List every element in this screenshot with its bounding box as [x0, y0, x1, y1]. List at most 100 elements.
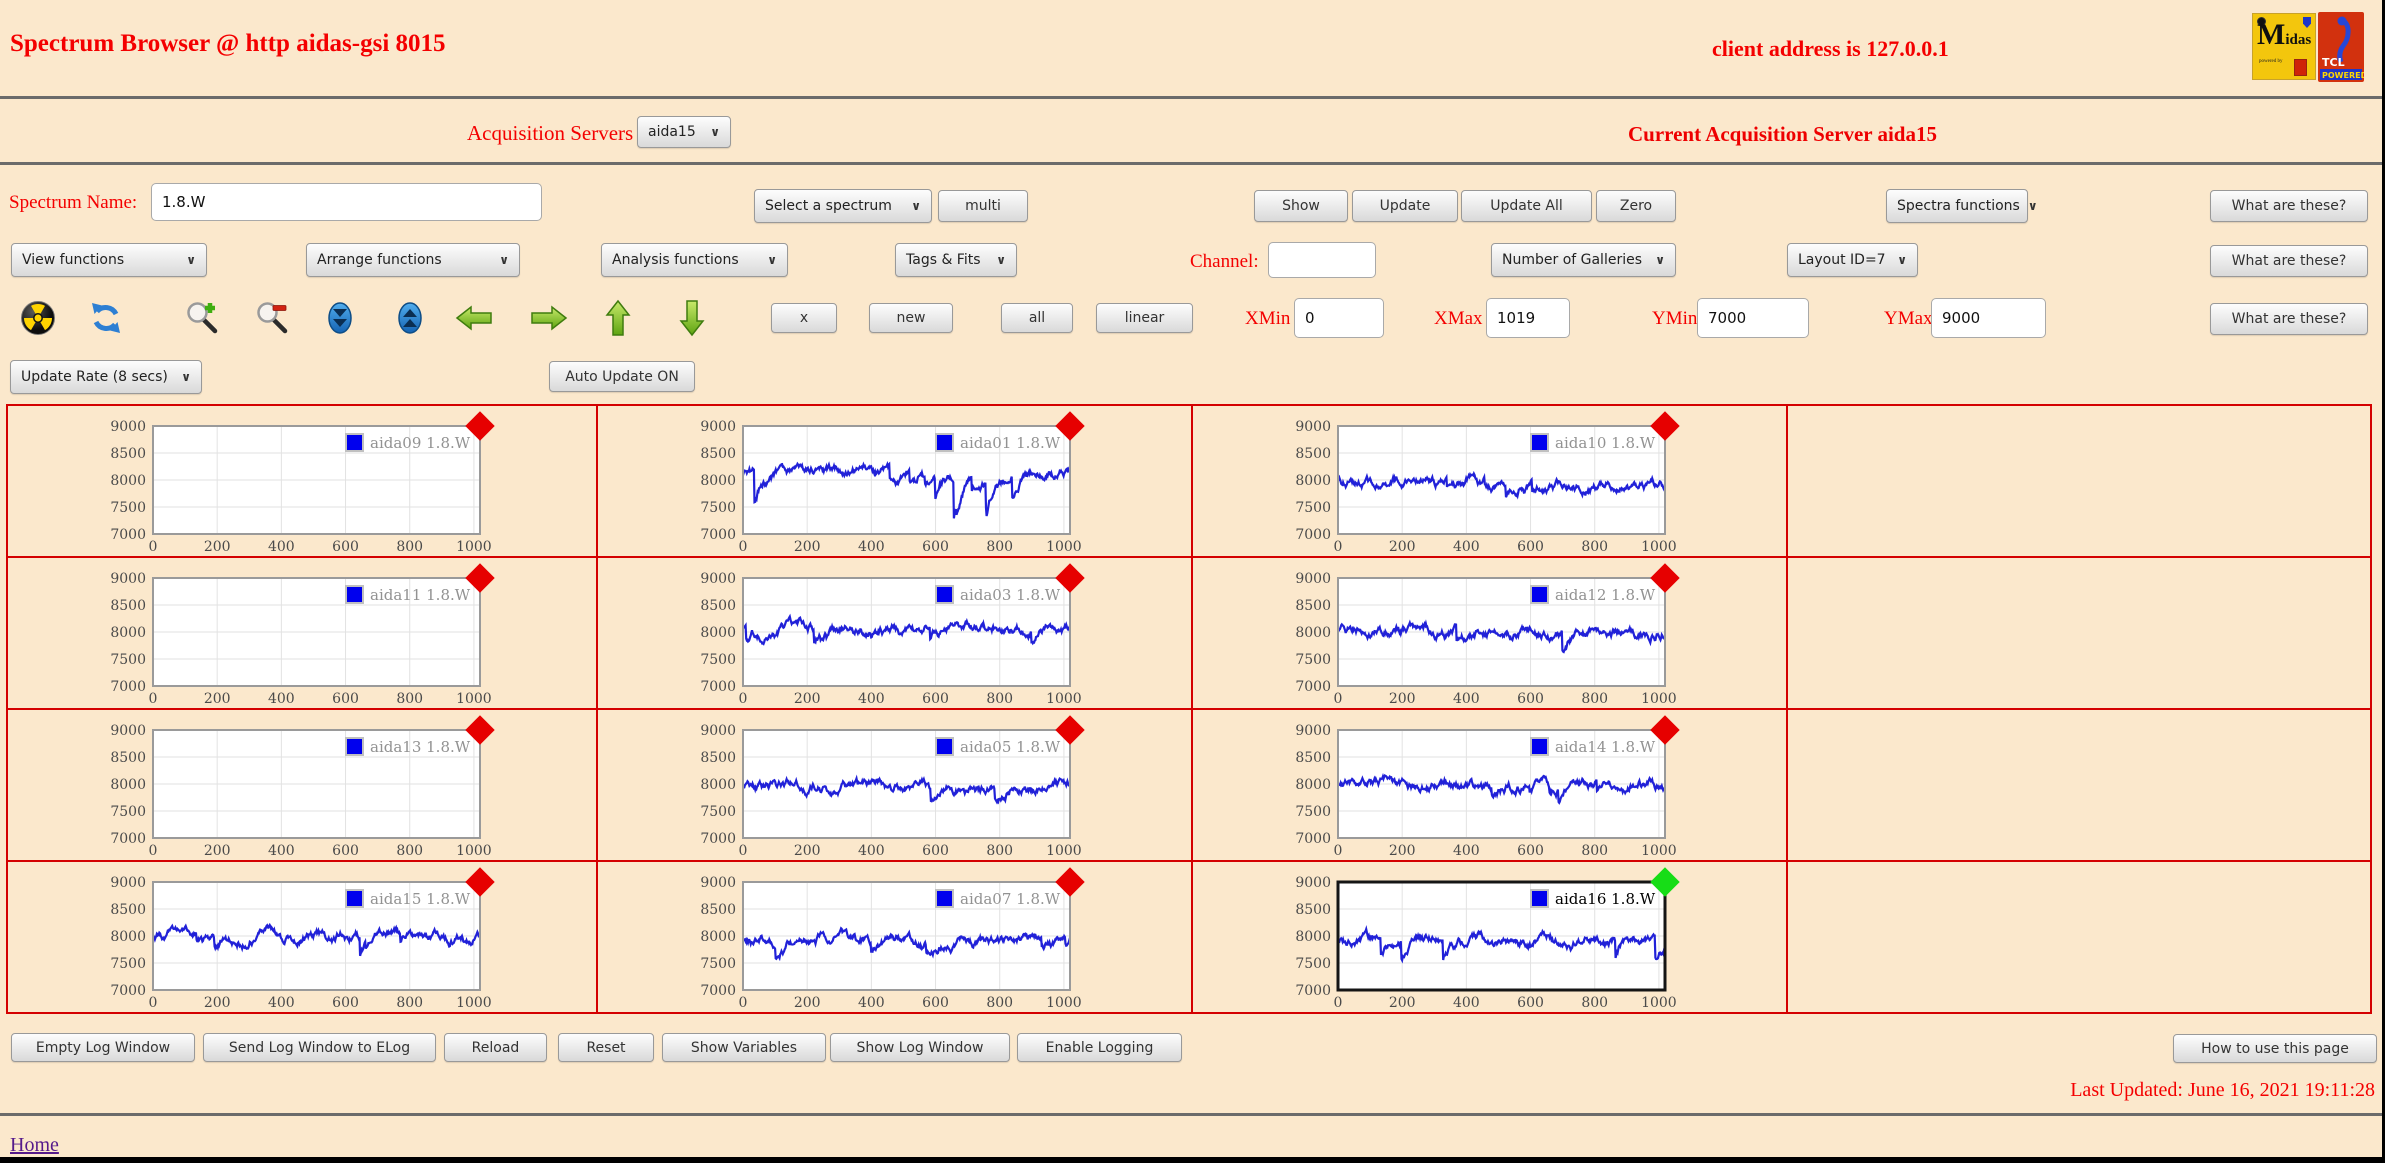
svg-text:0: 0: [1334, 691, 1343, 706]
tags-fits-dropdown[interactable]: Tags & Fits ∨: [895, 243, 1017, 277]
multi-button[interactable]: multi: [938, 190, 1028, 222]
chevron-down-icon: ∨: [2027, 199, 2038, 213]
spectrum-chart-aida11: 9000 8500 8000 7500 70000 200 400 600 800 1000 aid…: [110, 563, 495, 706]
gallery-cell-aida12[interactable]: 9000 8500 8000 7500 7000 0 200 400 600 800 1000 aid…: [1192, 557, 1787, 709]
reload-button[interactable]: Reload: [444, 1033, 547, 1062]
svg-text:7500: 7500: [1295, 804, 1331, 820]
svg-text:0: 0: [1334, 539, 1343, 554]
svg-text:800: 800: [396, 843, 423, 858]
empty-log-window-button[interactable]: Empty Log Window: [11, 1033, 195, 1062]
layout-id-dropdown[interactable]: Layout ID=7 ∨: [1787, 243, 1918, 277]
arrow-right-icon[interactable]: [530, 304, 568, 336]
xmax-input[interactable]: [1486, 298, 1570, 338]
gallery-cell-aida09[interactable]: 9000 8500 8000 7500 7000 0 200 400 600 800 1000 aid…: [7, 405, 597, 557]
ymin-input[interactable]: [1697, 298, 1809, 338]
acquisition-server-select[interactable]: aida15 ∨: [637, 116, 731, 148]
arrow-up-icon[interactable]: [604, 299, 632, 341]
zoom-in-icon[interactable]: [184, 300, 220, 336]
xmin-input[interactable]: [1294, 298, 1384, 338]
reset-button[interactable]: Reset: [558, 1033, 654, 1062]
arrow-down-icon[interactable]: [678, 299, 706, 341]
svg-text:400: 400: [268, 539, 295, 554]
gallery-cell-aida07[interactable]: 9000 8500 8000 7500 7000 0 200 400 600 800 1000 aid…: [597, 861, 1192, 1013]
gallery-cell-aida10[interactable]: 9000 8500 8000 7500 7000 0 200 400 600 800 1000 aid…: [1192, 405, 1787, 557]
spectrum-chart-aida15: 9000 8500 8000 7500 70000 200 400 600 800 1000 aid…: [110, 867, 495, 1010]
home-link[interactable]: Home: [10, 1134, 59, 1157]
svg-text:1000: 1000: [456, 691, 492, 706]
chevron-down-icon: ∨: [710, 125, 720, 139]
send-log-window-to-elog-button[interactable]: Send Log Window to ELog: [203, 1033, 436, 1062]
select-spectrum-dropdown[interactable]: Select a spectrum ∨: [754, 189, 932, 223]
radiation-icon[interactable]: [20, 300, 56, 336]
what-are-these-button-2[interactable]: What are these?: [2210, 245, 2368, 277]
svg-text:800: 800: [986, 843, 1013, 858]
spectra-functions-dropdown[interactable]: Spectra functions ∨: [1886, 189, 2038, 223]
svg-text:800: 800: [986, 691, 1013, 706]
midas-logo[interactable]: Midas powered by: [2252, 13, 2316, 80]
show-log-window-button[interactable]: Show Log Window: [830, 1033, 1010, 1062]
gallery-cell-aida15[interactable]: 9000 8500 8000 7500 7000 0 200 400 600 800 1000 aid…: [7, 861, 597, 1013]
svg-text:0: 0: [149, 539, 158, 554]
svg-text:600: 600: [1517, 995, 1544, 1010]
svg-text:8000: 8000: [110, 473, 146, 489]
zero-button[interactable]: Zero: [1596, 190, 1676, 222]
scroll-up-icon[interactable]: [392, 300, 428, 336]
number-of-galleries-dropdown[interactable]: Number of Galleries ∨: [1491, 243, 1676, 277]
svg-text:1000: 1000: [456, 539, 492, 554]
svg-text:7000: 7000: [1295, 679, 1331, 695]
svg-text:600: 600: [332, 995, 359, 1010]
new-button[interactable]: new: [869, 303, 953, 333]
gallery-grid: 9000 8500 8000 7500 7000 0 200 400 600 800 1000 aid…: [6, 404, 2372, 1014]
zoom-out-icon[interactable]: [254, 300, 290, 336]
svg-text:800: 800: [1581, 539, 1608, 554]
gallery-cell-aida14[interactable]: 9000 8500 8000 7500 7000 0 200 400 600 800 1000 aid…: [1192, 709, 1787, 861]
gallery-cell-aida16[interactable]: 9000 8500 8000 7500 7000 0 200 400 600 800 1000 aid…: [1192, 861, 1787, 1013]
update-rate-dropdown[interactable]: Update Rate (8 secs) ∨: [10, 360, 202, 394]
gallery-cell-aida03[interactable]: 9000 8500 8000 7500 7000 0 200 400 600 800 1000 aid…: [597, 557, 1192, 709]
svg-text:400: 400: [1453, 995, 1480, 1010]
channel-input[interactable]: [1268, 242, 1376, 278]
svg-text:400: 400: [268, 691, 295, 706]
svg-text:600: 600: [922, 691, 949, 706]
refresh-icon[interactable]: [88, 300, 124, 336]
arrange-functions-dropdown[interactable]: Arrange functions ∨: [306, 243, 520, 277]
gallery-cell-aida05[interactable]: 9000 8500 8000 7500 7000 0 200 400 600 800 1000 aid…: [597, 709, 1192, 861]
show-variables-button[interactable]: Show Variables: [662, 1033, 826, 1062]
svg-text:400: 400: [1453, 843, 1480, 858]
svg-text:1000: 1000: [1641, 691, 1677, 706]
svg-text:600: 600: [1517, 691, 1544, 706]
enable-logging-button[interactable]: Enable Logging: [1017, 1033, 1182, 1062]
gallery-cell-aida13[interactable]: 9000 8500 8000 7500 7000 0 200 400 600 800 1000 aid…: [7, 709, 597, 861]
what-are-these-button-1[interactable]: What are these?: [2210, 190, 2368, 222]
gallery-cell-aida01[interactable]: 9000 8500 8000 7500 7000 0 200 400 600 800 1000 aid…: [597, 405, 1192, 557]
view-functions-dropdown[interactable]: View functions ∨: [11, 243, 207, 277]
x-axis-button[interactable]: x: [771, 303, 837, 333]
linear-button[interactable]: linear: [1096, 303, 1193, 333]
spectrum-chart-aida05: 9000 8500 8000 7500 70000 200 400 600 800 1000 aid…: [700, 715, 1085, 858]
how-to-use-button[interactable]: How to use this page: [2173, 1034, 2377, 1063]
update-button[interactable]: Update: [1352, 190, 1458, 222]
svg-text:9000: 9000: [700, 875, 736, 891]
svg-text:200: 200: [1389, 995, 1416, 1010]
svg-text:600: 600: [332, 691, 359, 706]
gallery-cell-aida11[interactable]: 9000 8500 8000 7500 7000 0 200 400 600 800 1000 aid…: [7, 557, 597, 709]
update-all-button[interactable]: Update All: [1461, 190, 1592, 222]
update-rate-label: Update Rate (8 secs): [21, 369, 168, 385]
legend-swatch: [345, 889, 364, 908]
svg-text:1000: 1000: [456, 843, 492, 858]
legend-swatch: [935, 889, 954, 908]
scroll-down-icon[interactable]: [322, 300, 358, 336]
spectrum-name-input[interactable]: [151, 183, 542, 221]
legend-swatch: [1530, 433, 1549, 452]
tcl-powered-logo[interactable]: TCL POWERED: [2318, 12, 2368, 86]
svg-text:1000: 1000: [1046, 843, 1082, 858]
what-are-these-button-3[interactable]: What are these?: [2210, 303, 2368, 335]
ymax-input[interactable]: [1931, 298, 2046, 338]
analysis-functions-dropdown[interactable]: Analysis functions ∨: [601, 243, 788, 277]
svg-text:9000: 9000: [110, 875, 146, 891]
svg-text:200: 200: [794, 843, 821, 858]
all-button[interactable]: all: [1001, 303, 1073, 333]
show-button[interactable]: Show: [1254, 190, 1348, 222]
auto-update-button[interactable]: Auto Update ON: [549, 361, 695, 392]
arrow-left-icon[interactable]: [455, 304, 493, 336]
